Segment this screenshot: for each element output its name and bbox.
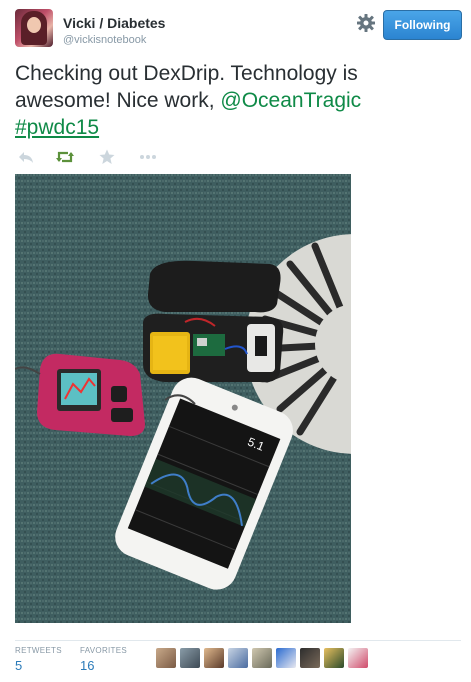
avatar[interactable] [204,648,224,668]
tweet-photo[interactable]: 5.1 [15,174,351,623]
favorite-icon[interactable] [98,148,116,166]
avatar[interactable] [252,648,272,668]
display-name[interactable]: Vicki / Diabetes [63,15,165,31]
avatar[interactable] [348,648,368,668]
tweet-text: Checking out DexDrip. Technology is awes… [15,60,455,141]
tweet-stats: RETWEETS 5 FAVORITES 16 [15,646,461,676]
avatar[interactable] [156,648,176,668]
photo-image: 5.1 [15,174,351,623]
stats-divider [15,640,461,641]
retweet-icon[interactable] [55,148,75,166]
favorites-count[interactable]: 16 [80,658,94,673]
following-button[interactable]: Following [383,10,462,40]
avatar[interactable] [300,648,320,668]
avatar[interactable] [324,648,344,668]
avatar[interactable] [228,648,248,668]
tweet-header: Vicki / Diabetes @vickisnotebook Followi… [15,9,462,51]
hashtag-link[interactable]: #pwdc15 [15,116,99,139]
avatar[interactable] [276,648,296,668]
gear-icon[interactable] [356,13,376,33]
reply-icon[interactable] [17,148,35,166]
avatar[interactable] [15,9,53,47]
more-icon[interactable] [139,148,157,166]
retweets-label: RETWEETS [15,646,62,655]
mention-link[interactable]: @OceanTragic [220,89,361,112]
avatar[interactable] [180,648,200,668]
username[interactable]: @vickisnotebook [63,34,146,46]
tweet-actions [15,148,215,168]
favorites-label: FAVORITES [80,646,128,655]
retweets-count[interactable]: 5 [15,658,22,673]
